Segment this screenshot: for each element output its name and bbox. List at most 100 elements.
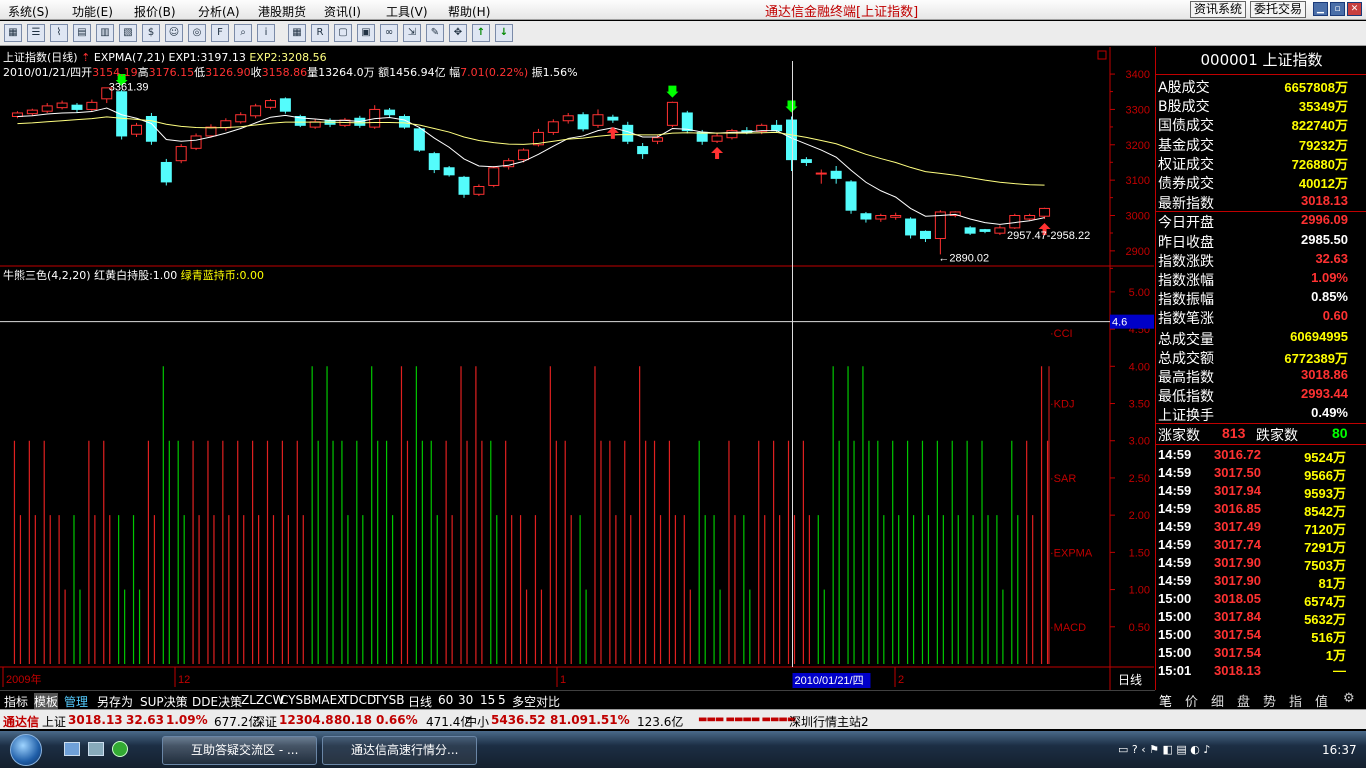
radar-icon[interactable]: ◎ [188, 24, 206, 42]
menu-info[interactable]: 资讯(I) [324, 3, 361, 20]
bottom-tab[interactable]: TYSB [374, 693, 405, 707]
f10-icon[interactable]: F [211, 24, 229, 42]
x-axis-label: 1 [560, 674, 566, 686]
zoom-icon[interactable]: ⌕ [234, 24, 252, 42]
bottom-tab[interactable]: ZLZCW [241, 693, 284, 707]
high-value: 3176.15 [148, 66, 195, 79]
news-system-button[interactable]: 资讯系统 [1190, 1, 1247, 18]
quote-label: 最低指数 [1158, 389, 1214, 406]
quote-value: 60694995 [1290, 328, 1348, 344]
calc-icon[interactable]: ▣ [357, 24, 375, 42]
tick-row: 15:00 3017.54 1万 [1158, 644, 1348, 663]
zx-percent: 1.51% [588, 713, 630, 727]
export-icon[interactable]: ⇲ [403, 24, 421, 42]
menu-function[interactable]: 功能(E) [72, 3, 113, 20]
toolbar: ▦ ☰ ⌇ ▤ ▥ ▧ $ ☺ ◎ F ⌕ i ▦ R ▢ ▣ ∞ ⇲ ✎ ✥ ↑ ↓ [0, 21, 1366, 46]
money-icon[interactable]: $ [142, 24, 160, 42]
quote-label: 指数笔涨 [1158, 311, 1214, 328]
close-icon[interactable]: ✕ [1347, 2, 1362, 16]
menu-hk-futures[interactable]: 港股期货 [258, 3, 306, 20]
panel-tab[interactable]: 势 [1263, 691, 1276, 710]
show-desktop-icon[interactable] [64, 742, 80, 756]
bottom-tab[interactable]: 60 [438, 693, 453, 707]
grid-icon[interactable]: ▤ [73, 24, 91, 42]
candle [235, 112, 247, 124]
table-icon[interactable]: ▥ [96, 24, 114, 42]
bottom-tab[interactable]: 模板 [34, 693, 59, 710]
menu-analysis[interactable]: 分析(A) [198, 3, 240, 20]
task-forum[interactable]: 互助答疑交流区 - ... [162, 736, 317, 765]
panel-tab[interactable]: 价 [1185, 691, 1198, 710]
panel-tab[interactable]: 盘 [1237, 691, 1250, 710]
x-axis-label: 2 [898, 674, 904, 686]
bottom-tab[interactable]: 管理 [64, 693, 88, 710]
bottom-tab[interactable]: 指标 [4, 693, 28, 710]
menu-tools[interactable]: 工具(V) [386, 3, 428, 20]
start-button[interactable] [10, 734, 42, 766]
vol-value: 13264.0万 [318, 66, 375, 79]
quote-label: 指数振幅 [1158, 292, 1214, 309]
menu-system[interactable]: 系统(S) [8, 3, 49, 20]
people-icon[interactable]: ☺ [165, 24, 183, 42]
pen-icon[interactable]: ✎ [426, 24, 444, 42]
quote-value: 822740万 [1291, 118, 1348, 134]
info-icon[interactable]: i [257, 24, 275, 42]
panel-tab[interactable]: 细 [1211, 691, 1224, 710]
bottom-tab[interactable]: TDCD [342, 693, 376, 707]
tick-price: 3018.05 [1214, 591, 1261, 606]
tick-price: 3017.84 [1214, 609, 1261, 624]
panel-tab[interactable]: 指 [1289, 691, 1302, 710]
window-icon[interactable]: ▢ [334, 24, 352, 42]
task-tdx[interactable]: 通达信高速行情分... [322, 736, 477, 765]
arrow-up-icon[interactable]: ↑ [472, 24, 490, 42]
browser-icon[interactable] [112, 741, 128, 757]
menu-quote[interactable]: 报价(B) [134, 3, 176, 20]
maximize-icon[interactable]: ▫ [1330, 2, 1345, 16]
grid2-icon[interactable]: ▦ [288, 24, 306, 42]
trade-button[interactable]: 委托交易 [1250, 1, 1307, 18]
link-icon[interactable]: ∞ [380, 24, 398, 42]
arrow-down-icon[interactable]: ↓ [495, 24, 513, 42]
explorer-icon[interactable] [88, 742, 104, 756]
bottom-tab[interactable]: DDE决策 [192, 693, 242, 710]
panel-tab[interactable]: 值 [1315, 691, 1328, 710]
sub-red-label: 红黄白持股:1.00 [94, 269, 178, 282]
tick-price: 3018.13 [1214, 663, 1261, 678]
tick-row: 15:00 3017.84 5632万 [1158, 608, 1348, 627]
bottom-tab[interactable]: CYSB [280, 693, 311, 707]
list-icon[interactable]: ☰ [27, 24, 45, 42]
clock[interactable]: 16:37 [1322, 743, 1357, 757]
chart-icon[interactable]: ▦ [4, 24, 22, 42]
period-label: 日线 [1118, 673, 1142, 687]
server-name[interactable]: 深圳行情主站2 [789, 713, 869, 730]
amt-label: 额 [378, 66, 390, 79]
tray-icons[interactable]: ▭ ? ‹ ⚑ ◧ ▤ ◐ ♪ [1118, 743, 1210, 756]
bottom-tab[interactable]: 日线 [408, 693, 432, 710]
line-icon[interactable]: ⌇ [50, 24, 68, 42]
bottom-tab[interactable]: 多空对比 [512, 693, 560, 710]
candle [41, 103, 53, 113]
chart-area[interactable]: 3400 3300 3200 3100 3000 2900 5.00 4.50 4.00 3.50… [0, 47, 1154, 690]
kline-chart[interactable]: 3400330032003100300029005.004.504.003.50… [0, 47, 1154, 690]
bottom-tab[interactable]: 另存为 [97, 693, 133, 710]
rsi-icon[interactable]: R [311, 24, 329, 42]
tick-row: 14:59 3017.74 7291万 [1158, 536, 1348, 555]
bottom-tab[interactable]: SUP决策 [140, 693, 188, 710]
bottom-tab[interactable]: MAEX [311, 693, 345, 707]
minimize-icon[interactable]: ▁ [1313, 2, 1328, 16]
doc-icon[interactable]: ▧ [119, 24, 137, 42]
candle [905, 217, 917, 239]
sub-y-tick-label: 4.00 [1129, 361, 1150, 373]
quote-label: 指数涨幅 [1158, 273, 1214, 289]
bottom-tab[interactable]: 30 [458, 693, 473, 707]
indicator-link-expma: ·EXPMA [1050, 547, 1093, 559]
move-icon[interactable]: ✥ [449, 24, 467, 42]
bottom-tab[interactable]: 5 [498, 693, 506, 707]
candle [384, 108, 396, 118]
candle [800, 157, 812, 166]
menu-help[interactable]: 帮助(H) [448, 3, 490, 20]
quote-value: 0.49% [1311, 405, 1348, 421]
bottom-tab[interactable]: 15 [480, 693, 495, 707]
sub-title: 牛熊三色(4,2,20) [3, 269, 91, 282]
settings-icon[interactable]: ⚙ [1343, 691, 1355, 706]
